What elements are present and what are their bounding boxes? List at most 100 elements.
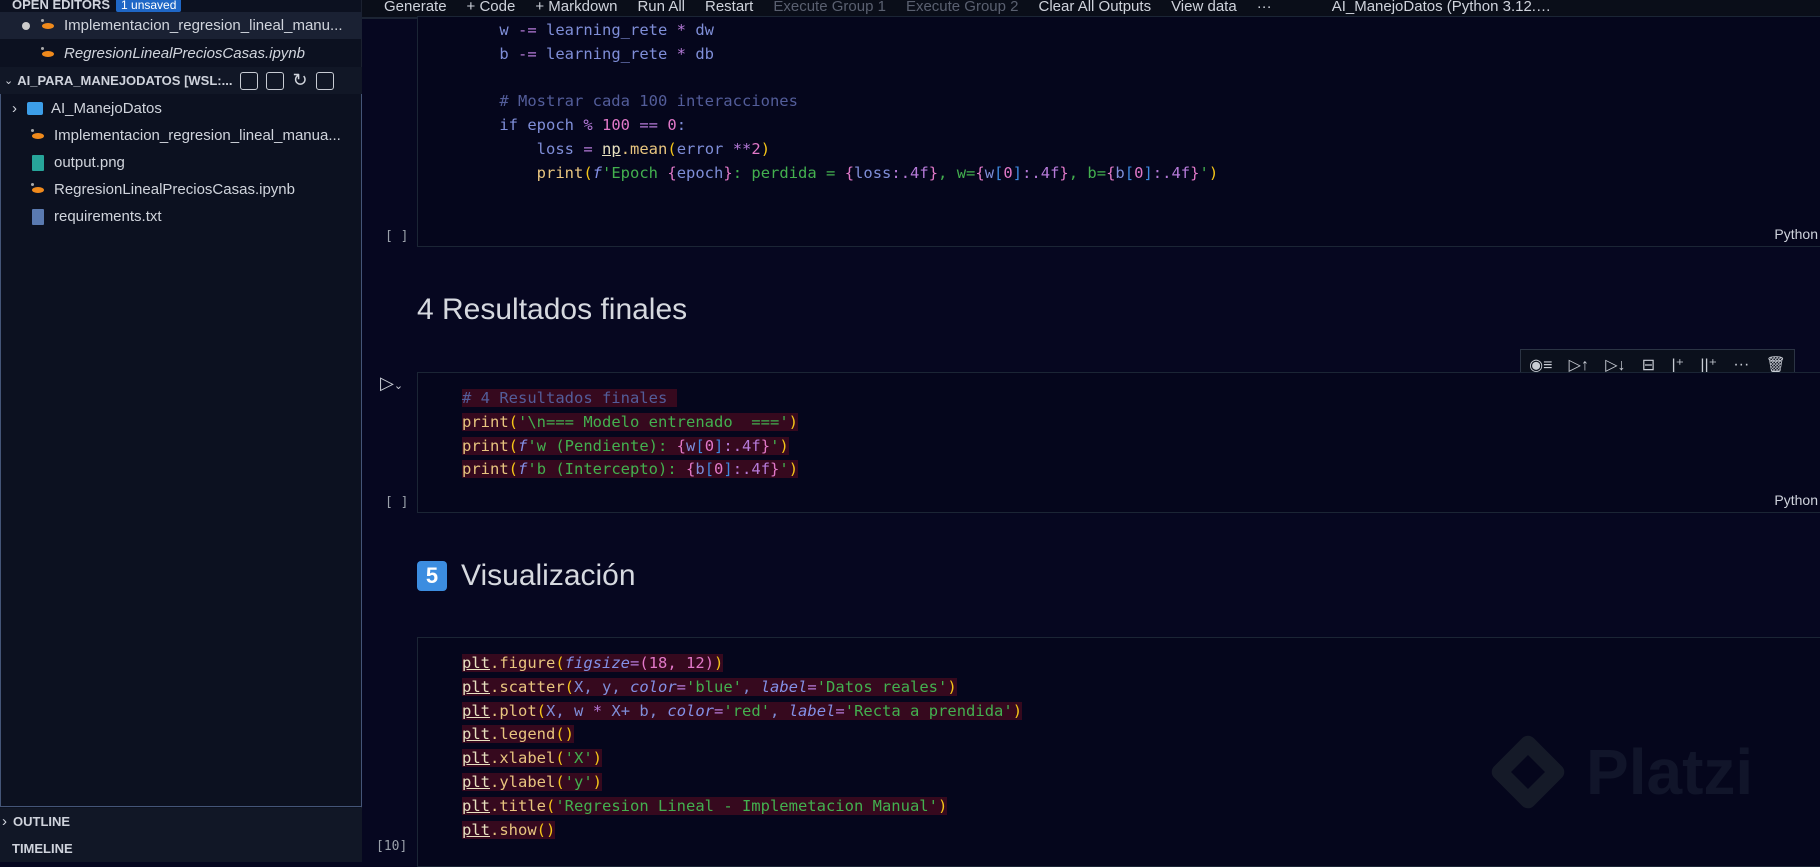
restart-button[interactable]: Restart <box>705 0 753 14</box>
code-token: plt <box>462 654 490 672</box>
code-token: .legend <box>490 725 556 744</box>
code-line[interactable]: # 4 Resultados finales <box>462 387 798 411</box>
notebook-icon <box>40 46 56 62</box>
cell-code[interactable]: # 4 Resultados finales print ('\n=== Mode… <box>462 387 799 482</box>
code-line[interactable]: print(f'Epoch {epoch}: perdida = {loss:.… <box>462 162 1219 186</box>
code-cell[interactable]: w -= learning_rete * dw b -= learning_re… <box>417 16 1820 247</box>
tree-item-file[interactable]: requirements.txt <box>0 203 362 230</box>
code-line[interactable]: plt.show() <box>462 819 1022 843</box>
text-file-icon <box>32 208 44 225</box>
code-token: } <box>723 163 733 182</box>
code-token: .plot <box>490 701 537 720</box>
code-line[interactable]: b -= learning_rete * db <box>462 43 1218 67</box>
code-line[interactable]: print(f'b (Intercepto): {b[0]:.4f}') <box>462 458 799 482</box>
tree-item-file[interactable]: output.png <box>0 149 362 176</box>
code-token: w <box>462 21 518 39</box>
code-line[interactable]: plt.title('Regresion Lineal - Implemetac… <box>462 795 1022 819</box>
code-token: 0 <box>658 116 677 135</box>
code-token: print <box>462 436 509 455</box>
code-token: ) <box>788 460 799 479</box>
code-token: learning_rete <box>536 21 677 39</box>
notebook-editor: w -= learning_rete * dw b -= learning_re… <box>362 16 1820 867</box>
keycap-5-icon: 5 <box>417 561 447 591</box>
code-token: w <box>686 436 696 455</box>
code-token: ( <box>583 163 593 182</box>
code-token: { <box>686 460 696 479</box>
code-token: , <box>742 677 761 696</box>
code-token: .ylabel <box>490 772 556 791</box>
execute-group-1-button[interactable]: Execute Group 1 <box>773 0 886 14</box>
add-code-button[interactable]: + Code <box>467 0 516 14</box>
cell-code[interactable]: plt.figure(figsize=(18, 12)) plt.scatter(… <box>462 652 1023 843</box>
code-token: plt <box>462 725 490 744</box>
code-line[interactable]: plt.xlabel('X') <box>462 747 1022 771</box>
code-token: [ <box>695 436 705 455</box>
code-token: plt <box>462 677 490 696</box>
code-line[interactable]: plt.figure(figsize=(18, 12)) <box>462 652 1022 676</box>
code-token: dw <box>686 21 714 39</box>
open-editor-item[interactable]: RegresionLinealPreciosCasas.ipynb <box>0 40 362 67</box>
code-token: '\n=== Modelo entrenado === <box>518 412 780 431</box>
code-token: X, y, <box>574 677 630 696</box>
cell-code[interactable]: w -= learning_rete * dw b -= learning_re… <box>462 19 1218 186</box>
code-line[interactable]: plt.scatter(X, y, color='blue', label='D… <box>462 676 1022 700</box>
timeline-section[interactable]: TIMELINE <box>0 835 362 862</box>
code-token: :.4f <box>732 460 771 479</box>
add-markdown-button[interactable]: + Markdown <box>535 0 617 14</box>
code-line[interactable]: print(f'w (Pendiente): {w[0]:.4f}') <box>462 435 798 459</box>
code-token: ** <box>732 139 752 158</box>
code-line-content: w -= learning_rete * dw <box>462 21 714 39</box>
code-token: color <box>630 677 677 696</box>
code-token: X+ b, <box>602 701 668 720</box>
code-token: ] <box>1143 163 1153 182</box>
code-line-content: if epoch % 100 == 0: <box>462 116 686 134</box>
code-line[interactable]: plt.legend() <box>462 723 1022 747</box>
outline-section[interactable]: › OUTLINE <box>0 808 362 835</box>
code-line-content: plt.plot(X, w * X+ b, color='red', label… <box>462 701 1023 720</box>
code-token: [ <box>704 460 715 479</box>
code-line-content: plt.scatter(X, y, color='blue', label='D… <box>462 677 957 696</box>
code-token: b <box>1115 163 1125 182</box>
chevron-down-icon[interactable]: ⌄ <box>394 380 403 392</box>
more-button[interactable]: ··· <box>1257 0 1272 14</box>
code-token: ' <box>779 412 789 431</box>
workspace-header[interactable]: ⌄ AI_PARA_MANEJODATOS [WSL:... ↻ <box>0 67 362 94</box>
kernel-picker[interactable]: AI_ManejoDatos (Python 3.12.… <box>1332 0 1551 14</box>
clear-outputs-button[interactable]: Clear All Outputs <box>1039 0 1152 14</box>
view-data-button[interactable]: View data <box>1171 0 1237 14</box>
code-token: ) <box>592 749 603 768</box>
code-line[interactable]: plt.plot(X, w * X+ b, color='red', label… <box>462 700 1023 724</box>
code-line[interactable]: plt.ylabel('y') <box>462 771 1022 795</box>
generate-button[interactable]: Generate <box>384 0 447 14</box>
code-line[interactable]: loss = np.mean(error **2) <box>462 138 1218 162</box>
code-token: : <box>676 116 687 135</box>
cell-language[interactable]: Python <box>1774 226 1818 242</box>
code-token: } <box>760 436 771 455</box>
cell-language[interactable]: Python <box>1774 492 1818 508</box>
refresh-icon[interactable]: ↻ <box>292 70 307 91</box>
collapse-all-icon[interactable] <box>315 71 334 90</box>
explorer-sidebar: OPEN EDITORS 1 unsaved Implementacion_reg… <box>0 0 362 862</box>
tree-item-file[interactable]: Implementacion_regresion_lineal_manua... <box>0 122 362 149</box>
code-token: label <box>788 701 836 720</box>
code-token: :.4f <box>891 163 929 182</box>
code-line[interactable]: # Mostrar cada 100 interacciones <box>462 90 1218 114</box>
new-file-icon[interactable] <box>240 71 259 90</box>
tree-item-folder[interactable]: › AI_ManejoDatos <box>0 95 362 122</box>
open-editor-item[interactable]: Implementacion_regresion_lineal_manu... <box>0 12 362 39</box>
run-cell-icon[interactable]: ▷⌄ <box>380 373 403 394</box>
execute-group-2-button[interactable]: Execute Group 2 <box>906 0 1019 14</box>
tree-item-file[interactable]: RegresionLinealPreciosCasas.ipynb <box>0 176 362 203</box>
code-line[interactable]: if epoch % 100 == 0: <box>462 114 1218 138</box>
code-line[interactable] <box>462 67 1218 91</box>
code-token: () <box>536 820 556 839</box>
code-cell[interactable]: # 4 Resultados finales print ('\n=== Mode… <box>417 372 1820 513</box>
run-all-button[interactable]: Run All <box>637 0 685 14</box>
code-line-content: plt.legend() <box>462 725 574 744</box>
code-token: ( <box>508 412 519 431</box>
code-token: ) <box>779 436 789 455</box>
code-line[interactable]: print('\n=== Modelo entrenado ===') <box>462 411 798 435</box>
new-folder-icon[interactable] <box>266 71 285 90</box>
code-token: 'red' <box>723 701 771 720</box>
code-line[interactable]: w -= learning_rete * dw <box>462 19 1218 43</box>
